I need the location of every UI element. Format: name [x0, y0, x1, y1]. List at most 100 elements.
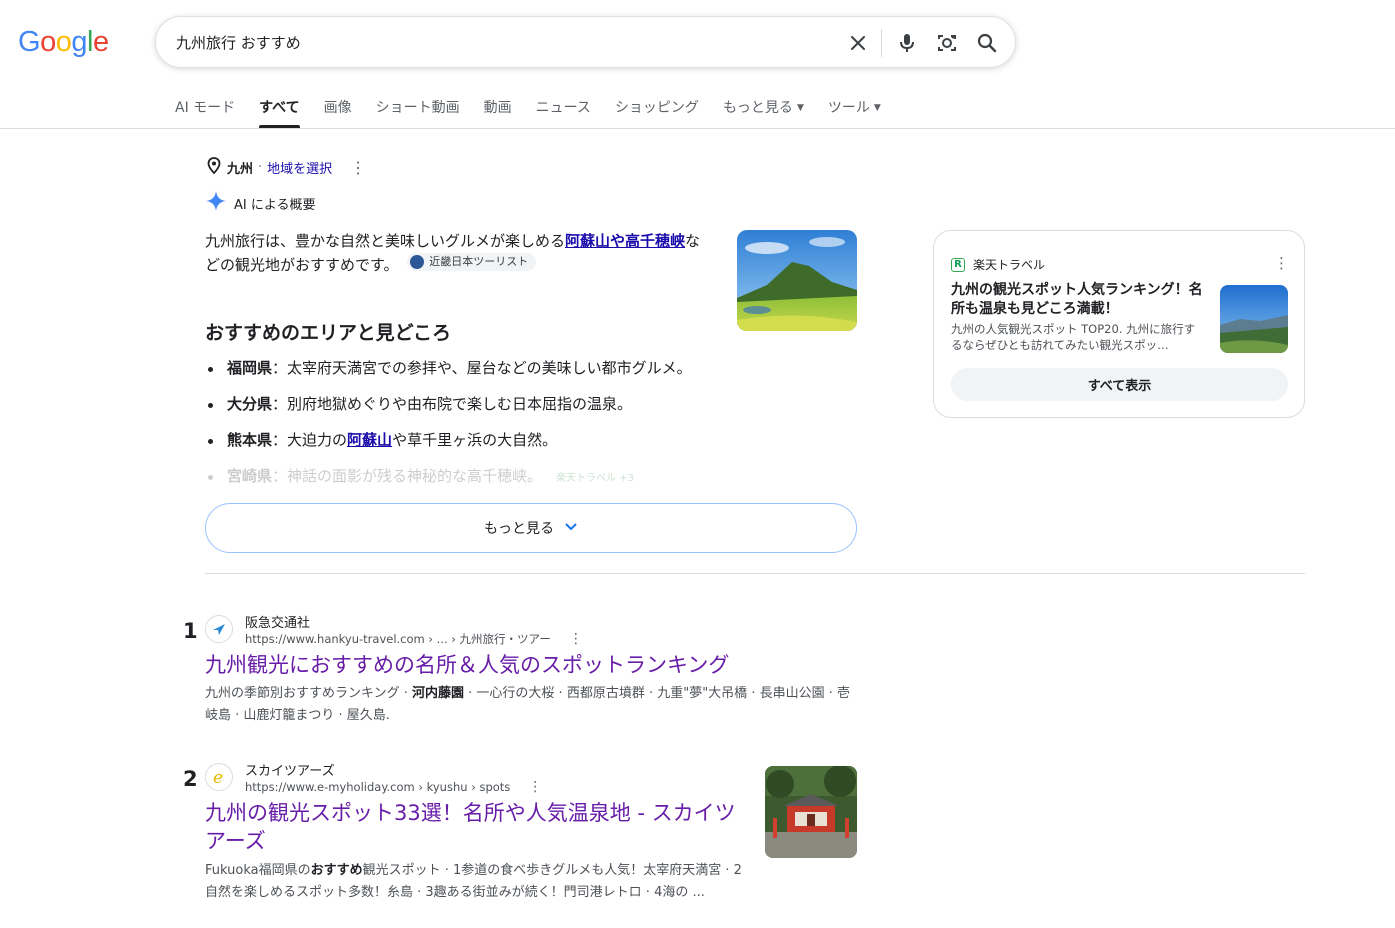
logo-letter: o: [55, 26, 72, 58]
ai-section-title: おすすめのエリアと見どころ: [205, 322, 452, 344]
source-chip[interactable]: 近畿日本ツーリスト: [407, 253, 537, 271]
result-url-text: https://www.hankyu-travel.com › ... › 九州…: [245, 632, 551, 646]
ai-overview-title: AI による概要: [234, 197, 316, 213]
more-options-icon[interactable]: ⋮: [569, 631, 583, 647]
ai-overview-image[interactable]: [737, 230, 857, 331]
list-item-sep: ：: [272, 359, 288, 377]
location-region: 九州: [227, 162, 254, 177]
card-thumbnail: [1220, 285, 1288, 353]
card-source-name: 楽天トラベル: [973, 258, 1046, 272]
search-tabs: AI モード すべて 画像 ショート動画 動画 ニュース ショッピング もっと見…: [175, 97, 905, 128]
chevron-down-icon: [564, 520, 578, 536]
tab-label: ツール: [827, 100, 870, 116]
search-divider: [881, 29, 882, 57]
tab-label: すべて: [259, 100, 300, 116]
tab-shopping[interactable]: ショッピング: [615, 97, 699, 128]
result-snippet: Fukuoka福岡県のおすすめ観光スポット · 1参道の食べ歩きグルメも人気！太…: [205, 860, 750, 904]
show-more-button[interactable]: もっと見る: [205, 503, 857, 553]
logo-letter: G: [18, 26, 41, 58]
snippet-bold: 河内藤園: [412, 686, 465, 701]
list-item-sep: ：: [272, 467, 288, 485]
card-source: R 楽天トラベル: [951, 256, 1045, 273]
tab-images[interactable]: 画像: [324, 97, 352, 128]
tab-more[interactable]: もっと見る ▼: [723, 97, 804, 128]
ai-overview-list: 福岡県：太宰府天満宮での参拝や、屋台などの美味しい都市グルメ。 大分県：別府地獄…: [205, 357, 855, 501]
result-rank: 2: [183, 767, 198, 791]
rakuten-logo-icon: R: [951, 257, 965, 272]
tab-label: ニュース: [535, 100, 591, 116]
list-item-text: 太宰府天満宮での参拝や、屋台などの美味しい都市グルメ。: [287, 359, 692, 377]
result-snippet: 九州の季節別おすすめランキング · 河内藤園 · 一心行の大桜 · 西都原古墳群…: [205, 683, 857, 727]
card-title[interactable]: 九州の観光スポット人気ランキング！名所も温泉も見どころ満載！: [951, 281, 1206, 319]
source-chip-label: 近畿日本ツーリスト: [429, 255, 529, 268]
skytours-favicon-icon[interactable]: e: [205, 763, 233, 791]
result-url-text: https://www.e-myholiday.com › kyushu › s…: [245, 780, 511, 794]
select-region-link[interactable]: 地域を選択: [267, 158, 332, 177]
list-item-label: 福岡県: [227, 359, 273, 377]
result-url[interactable]: https://www.e-myholiday.com › kyushu › s…: [245, 779, 542, 795]
tab-label: もっと見る: [722, 100, 793, 116]
show-all-button[interactable]: すべて表示: [951, 368, 1288, 401]
snippet-text: 九州の季節別おすすめランキング ·: [205, 686, 413, 701]
result-title[interactable]: 九州の観光スポット33選！名所や人気温泉地 - スカイツアーズ: [205, 799, 745, 855]
tab-ai-mode[interactable]: AI モード: [175, 97, 235, 128]
logo-letter: e: [92, 26, 109, 58]
search-box[interactable]: 九州旅行 おすすめ: [155, 16, 1016, 68]
tab-label: ショート動画: [375, 100, 460, 116]
result-url[interactable]: https://www.hankyu-travel.com › ... › 九州…: [245, 631, 583, 647]
ai-intro-text: 九州旅行は、豊かな自然と美味しいグルメが楽しめる: [205, 232, 566, 250]
more-options-icon[interactable]: ⋮: [1274, 254, 1289, 272]
show-more-label: もっと見る: [484, 521, 554, 537]
result-site-name[interactable]: スカイツアーズ: [245, 760, 335, 779]
aso-takachiho-link[interactable]: 阿蘇山や高千穂峡: [565, 232, 685, 250]
logo-letter: o: [40, 26, 56, 58]
list-item-text: 別府地獄めぐりや由布院で楽しむ日本屈指の温泉。: [287, 395, 633, 413]
search-input[interactable]: 九州旅行 おすすめ: [176, 32, 301, 53]
result-title[interactable]: 九州観光におすすめの名所＆人気のスポットランキング: [205, 651, 729, 679]
source-card[interactable]: R 楽天トラベル ⋮ 九州の観光スポット人気ランキング！名所も温泉も見どころ満載…: [933, 230, 1305, 418]
snippet-bold: おすすめ: [310, 863, 363, 878]
list-item: 福岡県：太宰府天満宮での参拝や、屋台などの美味しい都市グルメ。: [205, 357, 855, 393]
list-item-sep: ：: [272, 395, 288, 413]
list-item: 熊本県：大迫力の阿蘇山や草千里ヶ浜の大自然。: [205, 429, 855, 465]
lens-icon[interactable]: [934, 30, 960, 56]
tab-label: 画像: [323, 100, 352, 116]
list-item-label: 宮崎県: [227, 467, 273, 485]
result-rank: 1: [183, 619, 198, 643]
google-logo[interactable]: Google: [18, 26, 109, 59]
source-mini-chip: 楽天トラベル +3: [556, 473, 634, 484]
result-site-name[interactable]: 阪急交通社: [245, 612, 310, 631]
logo-letter: g: [71, 26, 87, 58]
more-options-icon[interactable]: ⋮: [528, 779, 542, 795]
tab-label: ショッピング: [614, 100, 699, 116]
tab-label: 動画: [483, 100, 512, 116]
location-row: 九州 · 地域を選択 ⋮: [207, 157, 366, 178]
list-item: 宮崎県：神話の面影が残る神秘的な高千穂峡。 楽天トラベル +3: [205, 465, 855, 501]
tab-label: AI モード: [175, 100, 236, 116]
caret-down-icon: ▼: [796, 103, 804, 113]
close-icon[interactable]: [845, 30, 871, 56]
list-item-text: や草千里ヶ浜の大自然。: [392, 431, 558, 449]
mic-icon[interactable]: [894, 30, 920, 56]
aso-link[interactable]: 阿蘇山: [347, 431, 392, 449]
list-item: 大分県：別府地獄めぐりや由布院で楽しむ日本屈指の温泉。: [205, 393, 855, 429]
snippet-text: Fukuoka福岡県の: [205, 863, 311, 878]
source-logo-icon: [410, 255, 425, 269]
tab-all[interactable]: すべて: [259, 97, 301, 128]
tab-news[interactable]: ニュース: [536, 97, 591, 128]
svg-text:e: e: [213, 768, 223, 787]
list-item-sep: ：: [272, 431, 288, 449]
tab-tools[interactable]: ツール ▼: [828, 97, 881, 128]
list-item-label: 大分県: [227, 395, 273, 413]
card-description: 九州の人気観光スポット TOP20. 九州に旅行するならぜひとも訪れてみたい観光…: [951, 322, 1196, 352]
list-item-label: 熊本県: [227, 431, 273, 449]
caret-down-icon: ▼: [873, 103, 881, 113]
tab-short-videos[interactable]: ショート動画: [376, 97, 460, 128]
more-options-icon[interactable]: ⋮: [350, 158, 366, 177]
header-divider: [0, 128, 1395, 129]
tab-videos[interactable]: 動画: [484, 97, 512, 128]
location-pin-icon: [207, 157, 221, 178]
hankyu-favicon-icon[interactable]: [205, 615, 233, 643]
result-thumbnail[interactable]: [765, 766, 857, 858]
search-icon[interactable]: [974, 30, 1000, 56]
